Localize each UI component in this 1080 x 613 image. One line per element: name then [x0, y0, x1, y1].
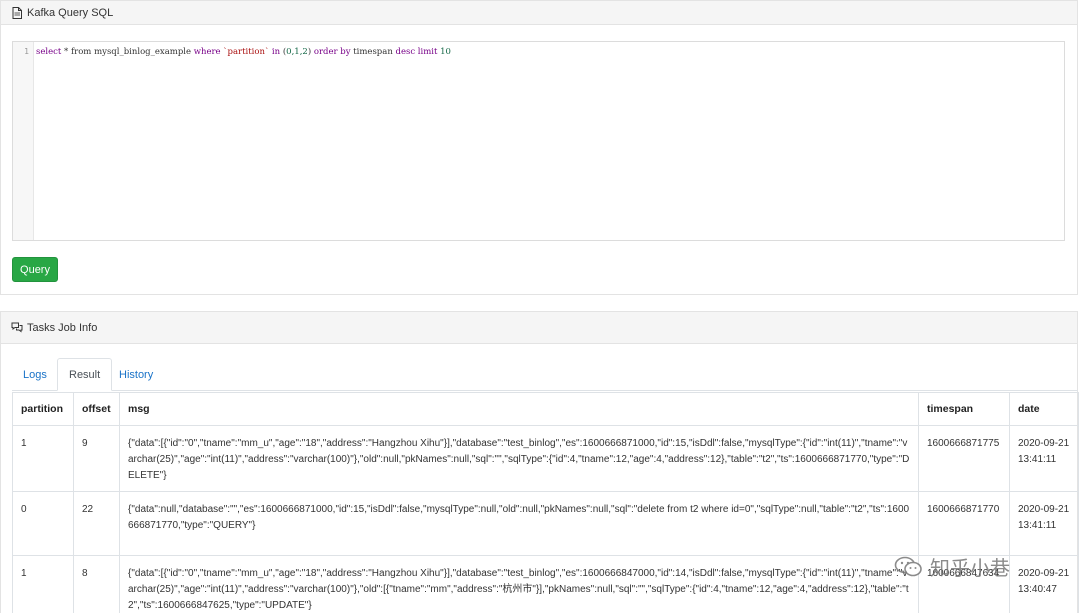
sql-keyword: where — [191, 47, 224, 57]
table-header-row: partition offset msg timespan date — [12, 392, 1079, 426]
line-gutter: 1 — [13, 42, 34, 240]
sql-keyword: select — [36, 47, 62, 57]
sql-field: timespan — [353, 47, 393, 57]
column-header: partition — [12, 392, 74, 426]
tasks-job-header: Tasks Job Info — [1, 312, 1077, 344]
cell-msg: {"data":[{"id":"0","tname":"mm_u","age":… — [119, 555, 919, 613]
column-header: timespan — [918, 392, 1010, 426]
sql-editor[interactable]: 1 select * from mysql_binlog_example whe… — [12, 41, 1065, 241]
cell-timespan: 1600666871775 — [918, 425, 1010, 492]
result-tabs: Logs Result History — [12, 358, 1078, 391]
sql-text: * from — [61, 47, 95, 57]
cell-date: 2020-09-21 13:40:47 — [1009, 555, 1079, 613]
watermark: 知乎小巷 — [894, 552, 1010, 581]
sql-keyword: limit — [417, 47, 438, 57]
cell-offset: 9 — [73, 425, 120, 492]
cell-date: 2020-09-21 13:41:11 — [1009, 425, 1079, 492]
table-row: 0 22 {"data":null,"database":"","es":160… — [12, 491, 1079, 556]
sql-keyword: desc — [392, 47, 418, 57]
tab-history[interactable]: History — [108, 358, 164, 391]
cell-partition: 1 — [12, 555, 74, 613]
sql-table: mysql_binlog_example — [94, 47, 192, 57]
file-icon — [11, 6, 23, 19]
cell-partition: 0 — [12, 491, 74, 556]
line-number: 1 — [24, 47, 29, 56]
sql-keyword: order by — [311, 47, 354, 57]
kafka-query-panel: Kafka Query SQL 1 select * from mysql_bi… — [0, 0, 1078, 295]
cell-msg: {"data":[{"id":"0","tname":"mm_u","age":… — [119, 425, 919, 492]
column-header: msg — [119, 392, 919, 426]
query-button[interactable]: Query — [12, 257, 58, 282]
cell-date: 2020-09-21 13:41:11 — [1009, 491, 1079, 556]
cell-partition: 1 — [12, 425, 74, 492]
kafka-query-header: Kafka Query SQL — [1, 1, 1077, 25]
cell-offset: 22 — [73, 491, 120, 556]
column-header: offset — [73, 392, 120, 426]
panel-title: Tasks Job Info — [27, 321, 98, 334]
comments-icon — [11, 322, 23, 334]
cell-msg: {"data":null,"database":"","es":16006668… — [119, 491, 919, 556]
tab-result[interactable]: Result — [57, 358, 113, 391]
cell-timespan: 1600666871770 — [918, 491, 1010, 556]
column-header: date — [1009, 392, 1079, 426]
sql-keyword: in — [269, 47, 283, 57]
watermark-text: 知乎小巷 — [930, 558, 1010, 580]
sql-values: 0,1,2 — [286, 47, 308, 57]
table-row: 1 9 {"data":[{"id":"0","tname":"mm_u","a… — [12, 425, 1079, 492]
wechat-icon — [894, 556, 924, 578]
panel-title: Kafka Query SQL — [27, 6, 114, 19]
sql-column: `partition` — [223, 47, 270, 57]
cell-offset: 8 — [73, 555, 120, 613]
sql-limit-value: 10 — [437, 47, 451, 57]
tab-logs[interactable]: Logs — [12, 358, 58, 391]
sql-code-line[interactable]: select * from mysql_binlog_example where… — [36, 47, 451, 57]
